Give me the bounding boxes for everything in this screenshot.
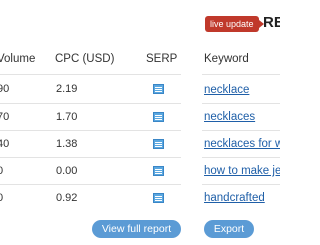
- serp-icon[interactable]: [153, 139, 164, 149]
- serp-icon[interactable]: [153, 84, 164, 94]
- table-row: 90 2.19: [0, 76, 181, 103]
- volume-cell: 40: [0, 138, 10, 150]
- section-title: RE: [263, 14, 280, 31]
- table-row: 70 1.70: [0, 104, 181, 131]
- column-header-keyword: Keyword: [204, 53, 249, 65]
- cpc-cell: 2.19: [56, 83, 78, 95]
- volume-cell: 0: [0, 192, 4, 204]
- column-header-serp: SERP: [146, 53, 178, 65]
- keyword-link[interactable]: necklaces: [204, 104, 280, 131]
- table-row: 0 0.92: [0, 185, 181, 212]
- export-button[interactable]: Export: [204, 220, 254, 238]
- view-full-report-button[interactable]: View full report: [92, 220, 181, 238]
- volume-cell: 90: [0, 83, 10, 95]
- volume-cell: 0: [0, 165, 4, 177]
- column-header-cpc: CPC (USD): [55, 53, 115, 65]
- cpc-cell: 1.38: [56, 138, 78, 150]
- cpc-cell: 1.70: [56, 111, 78, 123]
- table-row: 40 1.38: [0, 131, 181, 158]
- serp-icon[interactable]: [153, 166, 164, 176]
- serp-icon[interactable]: [153, 193, 164, 203]
- keyword-link[interactable]: necklaces for w: [204, 131, 280, 158]
- keyword-link[interactable]: handcrafted: [204, 185, 280, 212]
- table-row: 0 0.00: [0, 158, 181, 185]
- column-header-volume: Volume: [0, 53, 36, 65]
- cpc-cell: 0.00: [56, 165, 78, 177]
- serp-icon[interactable]: [153, 112, 164, 122]
- divider: [0, 74, 181, 75]
- live-update-badge: live update: [205, 16, 264, 32]
- keyword-overview-panel: live update RE Volume CPC (USD) SERP Key…: [0, 0, 280, 245]
- keyword-link[interactable]: how to make je: [204, 158, 280, 185]
- volume-cell: 70: [0, 111, 10, 123]
- keyword-link[interactable]: necklace: [204, 77, 280, 104]
- cpc-cell: 0.92: [56, 192, 78, 204]
- divider: [202, 74, 280, 75]
